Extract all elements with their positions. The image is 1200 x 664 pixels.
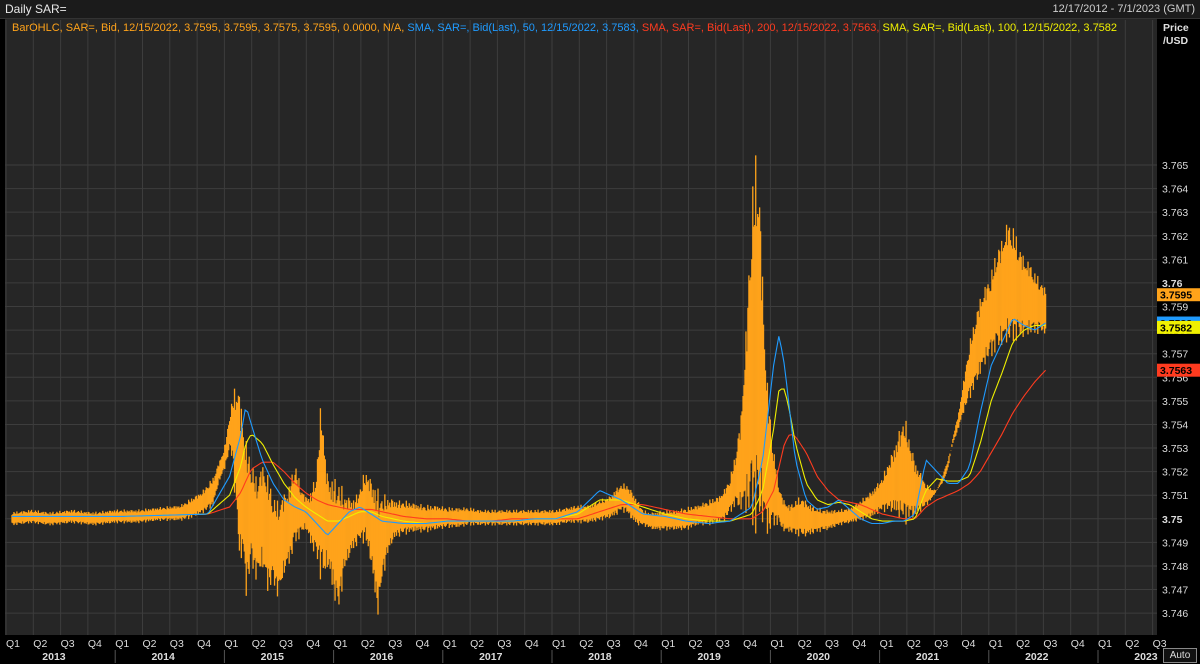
x-quarter-label: Q4 (634, 638, 648, 650)
y-tick-label: 3.75 (1162, 514, 1183, 526)
x-quarter-label: Q4 (961, 638, 975, 650)
x-year-label: 2015 (261, 651, 285, 663)
x-year-label: 2021 (916, 651, 940, 663)
x-quarter-label: Q1 (770, 638, 784, 650)
x-year-label: 2020 (807, 651, 831, 663)
y-tick-label: 3.762 (1162, 231, 1188, 243)
y-tick-label: 3.748 (1162, 561, 1188, 573)
x-quarter-label: Q3 (825, 638, 839, 650)
x-quarter-label: Q4 (743, 638, 757, 650)
y-tick-label: 3.759 (1162, 302, 1188, 314)
legend-sma50: SMA, SAR=, Bid(Last), 50, 12/15/2022, 3.… (407, 22, 639, 34)
x-quarter-label: Q1 (880, 638, 894, 650)
x-quarter-label: Q3 (607, 638, 621, 650)
legend: BarOHLC, SAR=, Bid, 12/15/2022, 3.7595, … (12, 22, 1117, 34)
x-year-label: 2013 (42, 651, 66, 663)
legend-ohlc: BarOHLC, SAR=, Bid, 12/15/2022, 3.7595, … (12, 22, 405, 34)
x-quarter-label: Q1 (989, 638, 1003, 650)
x-quarter-label: Q1 (224, 638, 238, 650)
x-quarter-label: Q3 (61, 638, 75, 650)
x-quarter-label: Q4 (415, 638, 429, 650)
x-quarter-label: Q2 (142, 638, 156, 650)
x-quarter-label: Q3 (497, 638, 511, 650)
y-tick-label: 3.746 (1162, 608, 1188, 620)
ohlc-bars (11, 155, 1047, 615)
x-quarter-label: Q4 (197, 638, 211, 650)
x-quarter-label: Q3 (716, 638, 730, 650)
x-quarter-label: Q3 (1043, 638, 1057, 650)
x-quarter-label: Q1 (661, 638, 675, 650)
y-tick-label: 3.763 (1162, 207, 1188, 219)
x-quarter-label: Q2 (688, 638, 702, 650)
y-axis-label-line2: /USD (1163, 35, 1189, 47)
sma50-line (12, 318, 1046, 536)
x-quarter-label: Q4 (306, 638, 320, 650)
y-tick-label: 3.757 (1162, 349, 1188, 361)
legend-sma200: SMA, SAR=, Bid(Last), 200, 12/15/2022, 3… (641, 22, 880, 34)
price-label: 3.7582 (1160, 322, 1192, 334)
x-quarter-label: Q3 (934, 638, 948, 650)
x-axis-labels: Q1 Q2 Q3 Q4 Q1 Q2 Q3 Q4 Q1 Q2 Q3 Q4 Q1 Q2 Q3 Q4 Q1 Q2 Q3 Q4… (6, 638, 1167, 663)
x-quarter-label: Q1 (115, 638, 129, 650)
y-tick-label: 3.765 (1162, 160, 1188, 172)
x-quarter-label: Q1 (552, 638, 566, 650)
x-quarter-label: Q2 (470, 638, 484, 650)
x-quarter-label: Q2 (33, 638, 47, 650)
x-quarter-label: Q2 (1125, 638, 1139, 650)
x-quarter-label: Q3 (388, 638, 402, 650)
x-quarter-label: Q4 (1071, 638, 1085, 650)
x-quarter-label: Q3 (279, 638, 293, 650)
x-quarter-label: Q1 (6, 638, 20, 650)
chart-svg[interactable]: 3.746 3.747 3.748 3.749 3.75 3.751 3.752 3.753 3… (0, 0, 1200, 664)
x-quarter-label: Q2 (1016, 638, 1030, 650)
x-quarter-label: Q4 (852, 638, 866, 650)
y-axis-label: Price /USD (1163, 22, 1189, 48)
y-tick-labels: 3.746 3.747 3.748 3.749 3.75 3.751 3.752 3.753 3… (1162, 160, 1188, 620)
x-year-label: 2014 (151, 651, 175, 663)
legend-sma100: SMA, SAR=, Bid(Last), 100, 12/15/2022, 3… (882, 22, 1118, 34)
price-label: 3.7563 (1160, 365, 1192, 377)
x-quarter-label: Q4 (88, 638, 102, 650)
x-quarter-label: Q2 (252, 638, 266, 650)
y-tick-label: 3.761 (1162, 254, 1188, 266)
x-quarter-label: Q2 (907, 638, 921, 650)
x-quarter-label: Q2 (798, 638, 812, 650)
x-quarter-label: Q1 (334, 638, 348, 650)
x-quarter-label: Q1 (443, 638, 457, 650)
x-quarter-label: Q2 (361, 638, 375, 650)
y-tick-label: 3.752 (1162, 467, 1188, 479)
x-year-label: 2019 (697, 651, 721, 663)
x-quarter-label: Q4 (525, 638, 539, 650)
x-year-label: 2022 (1025, 651, 1049, 663)
sma-lines (12, 318, 1047, 536)
y-tick-label: 3.76 (1162, 278, 1183, 290)
x-quarter-label: Q2 (579, 638, 593, 650)
x-year-label: 2016 (370, 651, 394, 663)
y-tick-label: 3.749 (1162, 537, 1188, 549)
x-year-label: 2018 (588, 651, 612, 663)
y-tick-label: 3.747 (1162, 585, 1188, 597)
price-label: 3.7595 (1160, 290, 1192, 302)
x-year-label: 2017 (479, 651, 503, 663)
y-axis-label-line1: Price (1163, 22, 1189, 34)
x-quarter-label: Q3 (170, 638, 184, 650)
x-year-label: 2023 (1134, 651, 1158, 663)
y-tick-label: 3.764 (1162, 184, 1188, 196)
y-tick-label: 3.751 (1162, 490, 1188, 502)
y-tick-label: 3.753 (1162, 443, 1188, 455)
x-quarter-label: Q1 (1098, 638, 1112, 650)
auto-scale-button[interactable]: Auto (1163, 648, 1197, 663)
price-labels: 3.75953.75833.75823.7563 (1157, 288, 1200, 377)
y-tick-label: 3.754 (1162, 419, 1188, 431)
y-tick-label: 3.755 (1162, 396, 1188, 408)
